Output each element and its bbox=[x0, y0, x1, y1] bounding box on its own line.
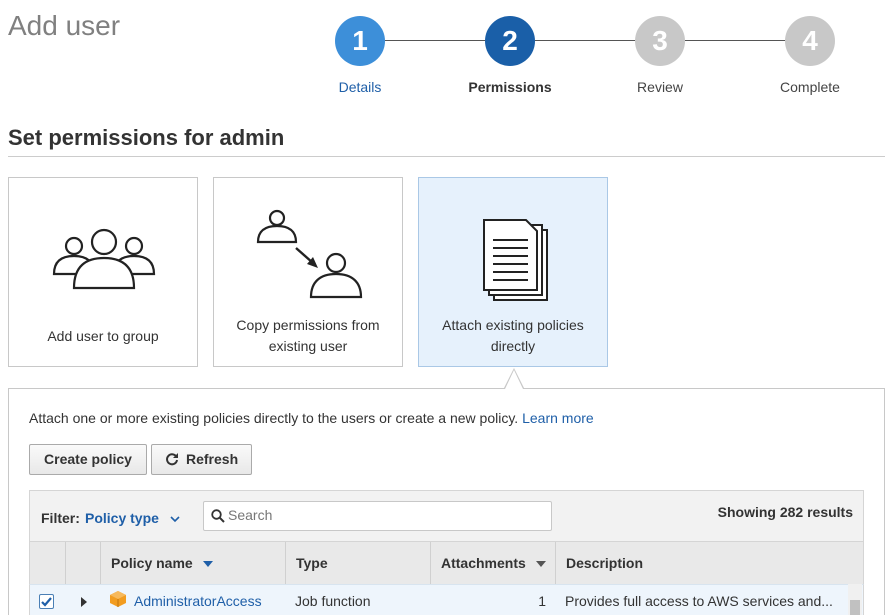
column-type[interactable]: Type bbox=[285, 542, 430, 584]
column-attachments[interactable]: Attachments bbox=[430, 542, 555, 584]
intro-text: Attach one or more existing policies dir… bbox=[29, 410, 519, 426]
scrollbar-thumb[interactable] bbox=[850, 600, 860, 615]
sort-icon bbox=[535, 561, 546, 568]
step-details[interactable]: 1 Details bbox=[300, 16, 420, 95]
create-policy-button[interactable]: Create policy bbox=[29, 444, 147, 475]
step-number: 3 bbox=[635, 16, 685, 66]
column-description[interactable]: Description bbox=[555, 542, 863, 584]
option-add-user-to-group[interactable]: Add user to group bbox=[8, 177, 198, 367]
table-header: Policy name Type Attachments Description bbox=[29, 542, 864, 584]
sort-down-icon bbox=[202, 561, 213, 568]
divider bbox=[8, 156, 885, 157]
column-label: Description bbox=[566, 555, 644, 571]
step-number: 1 bbox=[335, 16, 385, 66]
option-label: Add user to group bbox=[47, 328, 159, 344]
search-icon bbox=[211, 509, 225, 523]
filter-value: Policy type bbox=[85, 510, 159, 526]
step-label: Complete bbox=[780, 79, 840, 95]
step-number: 4 bbox=[785, 16, 835, 66]
policy-name-link[interactable]: AdministratorAccess bbox=[134, 585, 262, 615]
results-count: Showing 282 results bbox=[717, 504, 853, 520]
checkmark-icon bbox=[41, 597, 52, 607]
search-box bbox=[203, 501, 552, 531]
search-input[interactable] bbox=[228, 507, 538, 523]
step-complete: 4 Complete bbox=[750, 16, 870, 95]
expand-caret-icon[interactable] bbox=[80, 597, 88, 607]
panel-pointer-fill bbox=[505, 370, 523, 389]
refresh-icon bbox=[166, 453, 178, 466]
table-scrollbar[interactable] bbox=[848, 584, 862, 615]
option-label: Attach existing policies directly bbox=[442, 317, 584, 354]
refresh-label: Refresh bbox=[186, 451, 239, 467]
policy-description: Provides full access to AWS services and… bbox=[565, 593, 833, 609]
select-column-header bbox=[30, 542, 65, 584]
aws-managed-policy-icon bbox=[110, 591, 126, 607]
step-label: Permissions bbox=[468, 79, 552, 95]
column-label: Policy name bbox=[111, 555, 193, 571]
filter-label: Filter: bbox=[41, 510, 80, 526]
wizard-stepper: 1 Details 2 Permissions 3 Review 4 Compl… bbox=[0, 0, 886, 110]
copy-user-icon bbox=[256, 209, 363, 299]
panel-intro: Attach one or more existing policies dir… bbox=[29, 410, 594, 426]
expand-column-header bbox=[65, 542, 100, 584]
filter-bar: Filter: Policy type Showing 282 results bbox=[29, 490, 864, 542]
section-title: Set permissions for admin bbox=[8, 125, 285, 150]
step-review: 3 Review bbox=[600, 16, 720, 95]
table-row[interactable]: AdministratorAccess Job function 1 Provi… bbox=[29, 584, 864, 615]
column-label: Type bbox=[296, 555, 328, 571]
learn-more-link[interactable]: Learn more bbox=[522, 410, 594, 426]
option-label: Copy permissions from existing user bbox=[236, 317, 380, 354]
step-number: 2 bbox=[485, 16, 535, 66]
column-policy-name[interactable]: Policy name bbox=[100, 542, 285, 584]
option-copy-permissions[interactable]: Copy permissions from existing user bbox=[213, 177, 403, 367]
policy-attachments: 1 bbox=[538, 593, 546, 609]
refresh-button[interactable]: Refresh bbox=[151, 444, 252, 475]
document-stack-icon bbox=[483, 219, 548, 301]
column-label: Attachments bbox=[441, 555, 526, 571]
option-attach-policies[interactable]: Attach existing policies directly bbox=[418, 177, 608, 367]
chevron-down-icon bbox=[170, 516, 180, 523]
row-checkbox[interactable] bbox=[39, 594, 54, 609]
step-permissions: 2 Permissions bbox=[450, 16, 570, 95]
user-group-icon bbox=[52, 228, 156, 290]
step-label: Review bbox=[637, 79, 683, 95]
policy-type: Job function bbox=[295, 593, 371, 609]
step-label: Details bbox=[338, 79, 382, 95]
policy-type-filter[interactable]: Policy type bbox=[85, 510, 180, 526]
